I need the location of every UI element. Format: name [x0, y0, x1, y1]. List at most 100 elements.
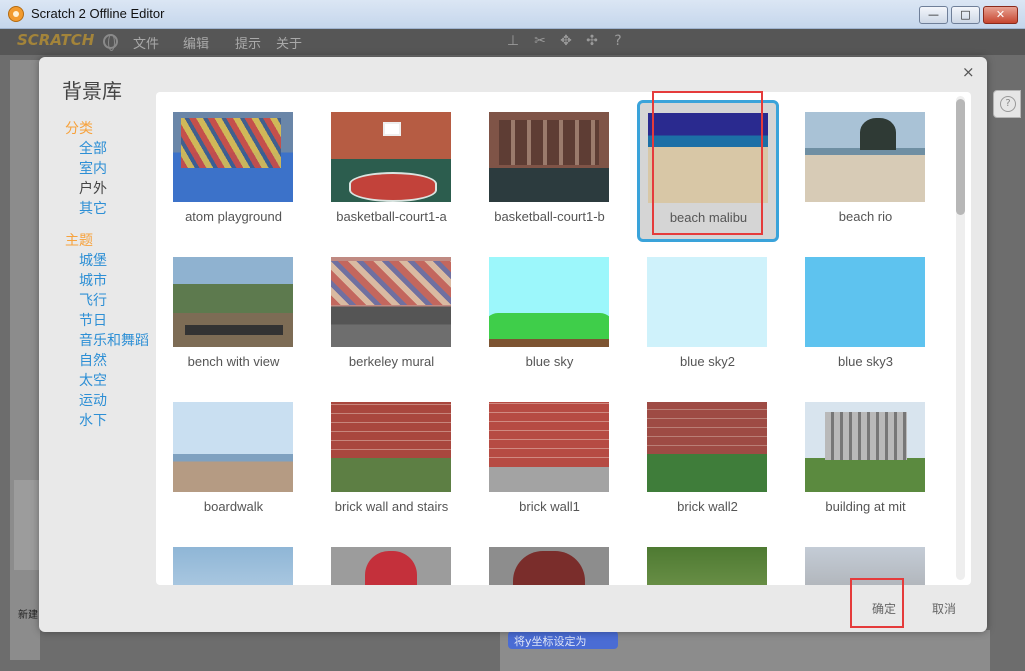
- set-y-block-label: 将y坐标设定为: [514, 635, 587, 648]
- window-title: Scratch 2 Offline Editor: [31, 6, 165, 21]
- highlight-box-ok-button: [850, 578, 904, 628]
- grid-scrollbar[interactable]: [956, 96, 965, 580]
- maximize-icon: □: [960, 8, 971, 21]
- stamp-icon[interactable]: ⊥: [505, 33, 521, 49]
- backdrop-tile[interactable]: brick wall2: [630, 382, 772, 524]
- theme-space[interactable]: 太空: [65, 371, 165, 391]
- backdrop-name: building at mit: [825, 499, 906, 514]
- backdrop-name: atom playground: [185, 209, 282, 224]
- backdrop-tile[interactable]: boardwalk: [156, 382, 298, 524]
- backdrop-thumbnail: [805, 402, 925, 492]
- backdrop-thumbnail: [647, 257, 767, 347]
- backdrop-thumbnail: [173, 257, 293, 347]
- cut-icon[interactable]: ✂: [532, 33, 548, 49]
- backdrop-tile[interactable]: [788, 527, 930, 585]
- set-y-block[interactable]: 将y坐标设定为: [508, 631, 618, 649]
- menu-tips[interactable]: 提示: [235, 33, 261, 52]
- menu-file[interactable]: 文件: [133, 33, 159, 52]
- backdrop-thumbnail: [647, 402, 767, 492]
- backdrop-thumbnail: [647, 547, 767, 585]
- cancel-button[interactable]: 取消: [919, 595, 969, 623]
- theme-holiday[interactable]: 节日: [65, 311, 165, 331]
- backdrop-name: blue sky2: [680, 354, 735, 369]
- scratch-logo[interactable]: SCRATCH: [17, 31, 94, 49]
- backdrop-thumbnail: [173, 112, 293, 202]
- window-titlebar: Scratch 2 Offline Editor — □ ✕: [0, 0, 1025, 29]
- category-all[interactable]: 全部: [65, 139, 165, 159]
- category-heading: 分类: [65, 121, 93, 137]
- backdrop-tile[interactable]: beach rio: [788, 92, 930, 234]
- grow-icon[interactable]: ✥: [558, 33, 574, 49]
- help-side-button[interactable]: ?: [993, 90, 1021, 118]
- shrink-icon[interactable]: ✣: [584, 33, 600, 49]
- new-backdrop-label: 新建: [18, 610, 38, 621]
- backdrop-thumbnail: [331, 402, 451, 492]
- minimize-icon: —: [928, 8, 939, 21]
- backdrop-tile[interactable]: blue sky2: [630, 237, 772, 379]
- theme-music-dance[interactable]: 音乐和舞蹈: [65, 331, 165, 351]
- scratch-cat-icon: [8, 6, 24, 22]
- backdrop-name: beach rio: [838, 209, 893, 224]
- scrollbar-thumb[interactable]: [956, 99, 965, 215]
- category-other[interactable]: 其它: [65, 199, 165, 219]
- backdrop-thumbnail: [331, 547, 451, 585]
- scratch-menubar: SCRATCH 文件 编辑 提示 关于 ⊥ ✂ ✥ ✣ ?: [0, 29, 1025, 55]
- backdrop-tile[interactable]: atom playground: [156, 92, 298, 234]
- category-indoors[interactable]: 室内: [65, 159, 165, 179]
- sprite-pane-edge: [14, 480, 40, 570]
- dialog-close-button[interactable]: ×: [962, 63, 975, 81]
- theme-city[interactable]: 城市: [65, 271, 165, 291]
- theme-underwater[interactable]: 水下: [65, 411, 165, 431]
- backdrop-name: blue sky: [525, 354, 574, 369]
- backdrop-tile[interactable]: blue sky: [472, 237, 614, 379]
- backdrop-thumbnail: [489, 257, 609, 347]
- backdrop-name: brick wall1: [519, 499, 580, 514]
- backdrop-thumbnail: [489, 547, 609, 585]
- backdrop-thumbnail: [331, 112, 451, 202]
- filter-sidebar: 分类 全部 室内 户外 其它 主题 城堡 城市 飞行 节日 音乐和舞蹈 自然 太…: [65, 119, 165, 431]
- backdrop-tile[interactable]: building at mit: [788, 382, 930, 524]
- question-icon: ?: [1000, 96, 1016, 112]
- backdrop-library-dialog: 背景库 × 分类 全部 室内 户外 其它 主题 城堡 城市 飞行 节日 音乐和舞…: [39, 57, 987, 632]
- theme-heading: 主题: [65, 233, 93, 249]
- minimize-button[interactable]: —: [919, 6, 948, 24]
- maximize-button[interactable]: □: [951, 6, 980, 24]
- theme-flying[interactable]: 飞行: [65, 291, 165, 311]
- backdrop-tile[interactable]: [630, 527, 772, 585]
- category-outdoors[interactable]: 户外: [65, 179, 165, 199]
- backdrop-name: boardwalk: [203, 499, 264, 514]
- theme-nature[interactable]: 自然: [65, 351, 165, 371]
- close-window-button[interactable]: ✕: [983, 6, 1018, 24]
- stage-panel-edge: [10, 60, 40, 660]
- backdrop-tile[interactable]: [156, 527, 298, 585]
- backdrop-tile[interactable]: [472, 527, 614, 585]
- backdrop-name: basketball-court1-b: [494, 209, 605, 224]
- menu-edit[interactable]: 编辑: [183, 33, 209, 52]
- theme-castle[interactable]: 城堡: [65, 251, 165, 271]
- close-icon: ✕: [995, 8, 1006, 21]
- backdrop-thumbnail: [805, 257, 925, 347]
- backdrop-tile[interactable]: basketball-court1-b: [472, 92, 614, 234]
- backdrop-thumbnail: [805, 112, 925, 202]
- backdrop-thumbnail: [173, 547, 293, 585]
- backdrop-tile[interactable]: berkeley mural: [314, 237, 456, 379]
- menu-about[interactable]: 关于: [276, 33, 302, 52]
- backdrop-thumbnail: [489, 112, 609, 202]
- help-icon[interactable]: ?: [610, 33, 626, 49]
- backdrop-name: brick wall and stairs: [334, 499, 449, 514]
- backdrop-name: blue sky3: [838, 354, 893, 369]
- backdrop-name: bench with view: [187, 354, 280, 369]
- backdrop-tile[interactable]: blue sky3: [788, 237, 930, 379]
- backdrop-tile[interactable]: [314, 527, 456, 585]
- backdrop-tile[interactable]: brick wall and stairs: [314, 382, 456, 524]
- backdrop-name: berkeley mural: [348, 354, 435, 369]
- backdrop-name: basketball-court1-a: [336, 209, 447, 224]
- backdrop-tile[interactable]: bench with view: [156, 237, 298, 379]
- backdrop-thumbnail: [331, 257, 451, 347]
- language-globe-icon[interactable]: [103, 34, 118, 51]
- highlight-box-selected-backdrop: [652, 91, 763, 235]
- backdrop-tile[interactable]: basketball-court1-a: [314, 92, 456, 234]
- theme-sports[interactable]: 运动: [65, 391, 165, 411]
- backdrop-thumbnail: [489, 402, 609, 492]
- backdrop-tile[interactable]: brick wall1: [472, 382, 614, 524]
